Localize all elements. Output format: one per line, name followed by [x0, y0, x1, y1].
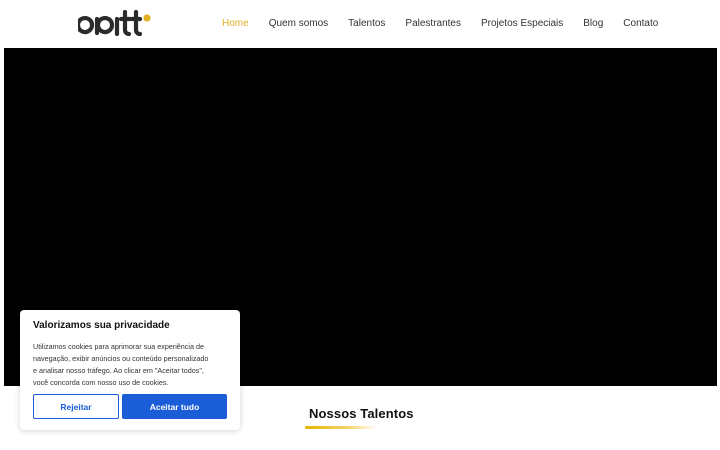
agtt-logo[interactable]	[78, 9, 152, 37]
cookie-buttons: Rejeitar Aceitar tudo	[33, 394, 227, 420]
nav-blog[interactable]: Blog	[583, 16, 603, 34]
cookie-text: Utilizamos cookies para aprimorar sua ex…	[33, 341, 227, 389]
cookie-text-line: navegação, exibir anúncios ou conteúdo p…	[33, 354, 209, 363]
nav-contato[interactable]: Contato	[623, 16, 658, 34]
cookie-text-line: e analisar nosso tráfego. Ao clicar em "…	[33, 366, 204, 375]
section-title-underline	[305, 426, 377, 429]
section-title-nossos-talentos: Nossos Talentos	[309, 406, 414, 421]
cookie-text-line: você concorda com nosso uso de cookies.	[33, 378, 169, 387]
site-header: Home Quem somos Talentos Palestrantes Pr…	[0, 0, 720, 48]
nav-home[interactable]: Home	[222, 16, 249, 34]
nav-palestrantes[interactable]: Palestrantes	[405, 16, 461, 34]
nav-quem-somos[interactable]: Quem somos	[269, 16, 328, 34]
nav-talentos[interactable]: Talentos	[348, 16, 385, 34]
main-nav: Home Quem somos Talentos Palestrantes Pr…	[222, 16, 658, 34]
cookie-text-line: Utilizamos cookies para aprimorar sua ex…	[33, 342, 204, 351]
nav-projetos-especiais[interactable]: Projetos Especiais	[481, 16, 563, 34]
cookie-consent-banner: Valorizamos sua privacidade Utilizamos c…	[20, 310, 240, 430]
page: Home Quem somos Talentos Palestrantes Pr…	[0, 0, 720, 450]
accept-all-cookies-button[interactable]: Aceitar tudo	[122, 394, 227, 419]
reject-cookies-button[interactable]: Rejeitar	[33, 394, 119, 419]
cookie-title: Valorizamos sua privacidade	[33, 320, 170, 331]
